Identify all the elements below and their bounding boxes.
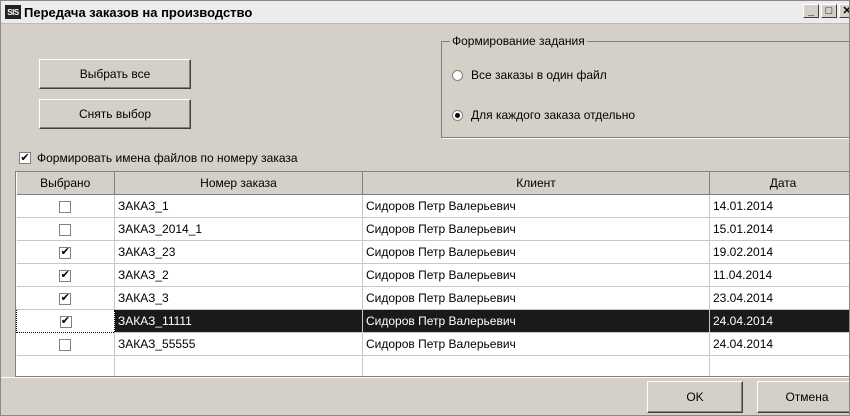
column-header-date[interactable]: Дата (709, 172, 849, 195)
client-cell: Сидоров Петр Валерьевич (362, 217, 710, 241)
client-cell: Сидоров Петр Валерьевич (362, 263, 710, 287)
table-row[interactable]: ✔ ЗАКАЗ_23 Сидоров Петр Валерьевич 19.02.20… (16, 240, 849, 264)
radio-single-file[interactable]: Все заказы в один файл (452, 68, 607, 82)
order-number-cell: ЗАКАЗ_23 (114, 240, 363, 264)
client-cell: Сидоров Петр Валерьевич (362, 332, 710, 356)
radio-button[interactable] (452, 69, 463, 81)
filenames-option[interactable]: ✔ Формировать имена файлов по номеру зак… (19, 151, 298, 165)
select-all-button[interactable]: Выбрать все (39, 59, 191, 89)
app-icon: SIS (5, 5, 21, 19)
row-checkbox[interactable] (59, 223, 72, 236)
column-header-client[interactable]: Клиент (362, 172, 710, 195)
radio-button[interactable] (452, 109, 463, 121)
order-number-cell: ЗАКАЗ_55555 (114, 332, 363, 356)
table-row[interactable]: ЗАКАЗ_55555 Сидоров Петр Валерьевич 24.04.… (16, 332, 849, 356)
row-checkbox[interactable]: ✔ (59, 246, 72, 259)
row-checkbox[interactable]: ✔ (59, 315, 72, 328)
row-checkbox[interactable] (59, 200, 72, 213)
table-row-empty (16, 355, 849, 376)
dialog-window: SIS Передача заказов на производство _ □… (0, 0, 850, 416)
client-cell: Сидоров Петр Валерьевич (362, 286, 710, 310)
radio-separate-files-label: Для каждого заказа отдельно (471, 108, 636, 122)
row-selected-cell[interactable]: ✔ (16, 240, 115, 264)
ok-button[interactable]: OK (647, 381, 743, 413)
client-cell: Сидоров Петр Валерьевич (362, 194, 710, 218)
table-row[interactable]: ✔ ЗАКАЗ_2 Сидоров Петр Валерьевич 11.04.201… (16, 263, 849, 287)
task-group: Формирование задания Все заказы в один ф… (441, 34, 849, 138)
orders-table[interactable]: Выбрано Номер заказа Клиент Дата ЗАКАЗ_1… (15, 171, 849, 377)
close-button[interactable]: ✕ (839, 4, 849, 18)
deselect-button[interactable]: Снять выбор (39, 99, 191, 129)
order-number-cell: ЗАКАЗ_11111 (114, 309, 363, 333)
row-selected-cell[interactable]: ✔ (16, 309, 115, 333)
table-row[interactable]: ✔ ЗАКАЗ_11111 Сидоров Петр Валерьевич 24.04… (16, 309, 849, 333)
table-row[interactable]: ЗАКАЗ_1 Сидоров Петр Валерьевич 14.01.2014 (16, 194, 849, 218)
row-checkbox[interactable] (59, 338, 72, 351)
date-cell: 24.04.2014 (709, 309, 849, 333)
window-title: Передача заказов на производство (24, 4, 253, 20)
column-header-order-number[interactable]: Номер заказа (114, 172, 363, 195)
client-cell: Сидоров Петр Валерьевич (362, 240, 710, 264)
row-checkbox[interactable]: ✔ (59, 292, 72, 305)
date-cell: 24.04.2014 (709, 332, 849, 356)
order-number-cell: ЗАКАЗ_1 (114, 194, 363, 218)
row-checkbox[interactable]: ✔ (59, 269, 72, 282)
date-cell: 15.01.2014 (709, 217, 849, 241)
row-selected-cell[interactable] (16, 217, 115, 241)
row-selected-cell[interactable] (16, 194, 115, 218)
date-cell: 19.02.2014 (709, 240, 849, 264)
radio-separate-files[interactable]: Для каждого заказа отдельно (452, 108, 635, 122)
order-number-cell: ЗАКАЗ_2 (114, 263, 363, 287)
date-cell: 23.04.2014 (709, 286, 849, 310)
title-buttons: _ □ ✕ (801, 4, 849, 18)
table-header-row: Выбрано Номер заказа Клиент Дата (16, 172, 849, 195)
date-cell: 14.01.2014 (709, 194, 849, 218)
maximize-button[interactable]: □ (821, 4, 837, 18)
row-selected-cell[interactable]: ✔ (16, 286, 115, 310)
client-cell: Сидоров Петр Валерьевич (362, 309, 710, 333)
date-cell: 11.04.2014 (709, 263, 849, 287)
filenames-checkbox[interactable]: ✔ (19, 152, 31, 164)
minimize-button[interactable]: _ (803, 4, 819, 18)
task-group-title: Формирование задания (450, 34, 587, 48)
bottom-bar: OK Отмена (1, 377, 849, 415)
order-number-cell: ЗАКАЗ_3 (114, 286, 363, 310)
table-row[interactable]: ✔ ЗАКАЗ_3 Сидоров Петр Валерьевич 23.04.201… (16, 286, 849, 310)
column-header-selected[interactable]: Выбрано (16, 172, 115, 195)
filenames-checkbox-label: Формировать имена файлов по номеру заказ… (37, 151, 298, 165)
row-selected-cell[interactable]: ✔ (16, 263, 115, 287)
cancel-button[interactable]: Отмена (757, 381, 849, 413)
radio-single-file-label: Все заказы в один файл (471, 68, 607, 82)
title-bar[interactable]: SIS Передача заказов на производство _ □… (1, 1, 849, 24)
radio-dot-icon (455, 112, 460, 118)
order-number-cell: ЗАКАЗ_2014_1 (114, 217, 363, 241)
row-selected-cell[interactable] (16, 332, 115, 356)
table-row[interactable]: ЗАКАЗ_2014_1 Сидоров Петр Валерьевич 15.01… (16, 217, 849, 241)
